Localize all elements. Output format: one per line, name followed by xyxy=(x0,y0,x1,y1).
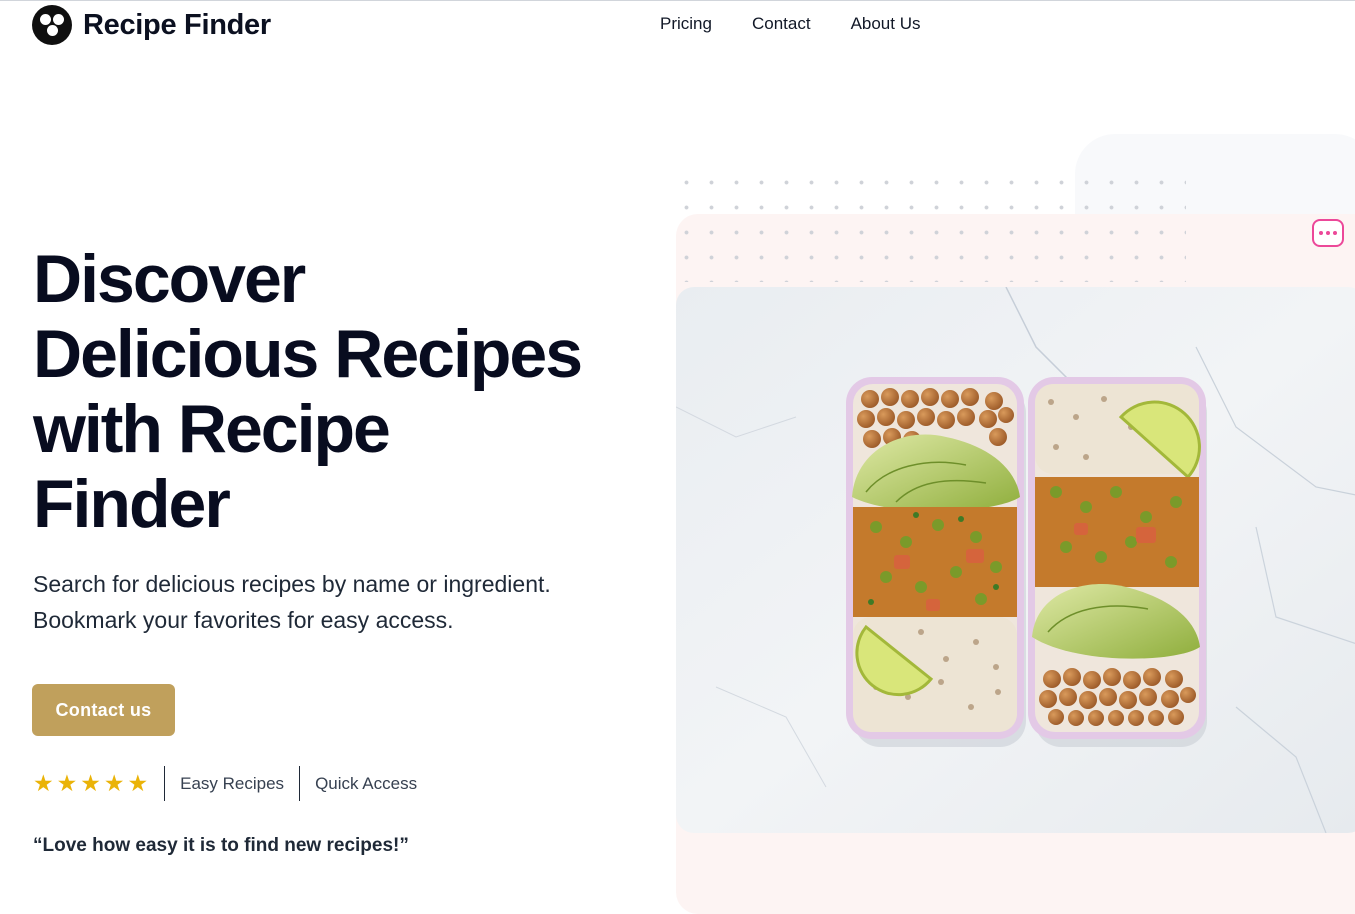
hero-title: Discover Delicious Recipes with Recipe F… xyxy=(33,241,583,542)
star-icon: ★ xyxy=(127,770,149,796)
top-border xyxy=(0,0,1355,1)
star-icon: ★ xyxy=(56,770,78,796)
brand-name: Recipe Finder xyxy=(83,8,271,41)
hero-food-image xyxy=(676,287,1355,833)
brand-logo[interactable]: Recipe Finder xyxy=(32,5,271,45)
star-icon: ★ xyxy=(103,770,125,796)
three-dot-logo-icon xyxy=(32,5,72,45)
feature-easy-recipes: Easy Recipes xyxy=(180,773,285,793)
star-icon: ★ xyxy=(33,770,54,796)
social-proof: ★ ★ ★ ★ ★ Easy Recipes Quick Access xyxy=(33,766,432,801)
testimonial-quote: “Love how easy it is to find new recipes… xyxy=(33,835,409,856)
hero-subtitle: Search for delicious recipes by name or … xyxy=(33,566,633,638)
feature-quick-access: Quick Access xyxy=(315,773,418,793)
contact-us-button[interactable]: Contact us xyxy=(32,684,175,736)
nav-link-about-us[interactable]: About Us xyxy=(851,14,921,34)
hero-subtitle-line-2: Bookmark your favorites for easy access. xyxy=(33,607,454,633)
dot-pattern xyxy=(674,170,1186,282)
hero-subtitle-line-1: Search for delicious recipes by name or … xyxy=(33,571,551,597)
main-nav: Pricing Contact About Us xyxy=(660,14,921,34)
more-dots-icon xyxy=(1319,231,1323,235)
nav-link-contact[interactable]: Contact xyxy=(752,14,811,34)
rating-stars: ★ ★ ★ ★ ★ xyxy=(33,772,148,795)
nav-link-pricing[interactable]: Pricing xyxy=(660,14,712,34)
more-options-button[interactable] xyxy=(1312,219,1344,247)
star-icon: ★ xyxy=(80,770,101,796)
